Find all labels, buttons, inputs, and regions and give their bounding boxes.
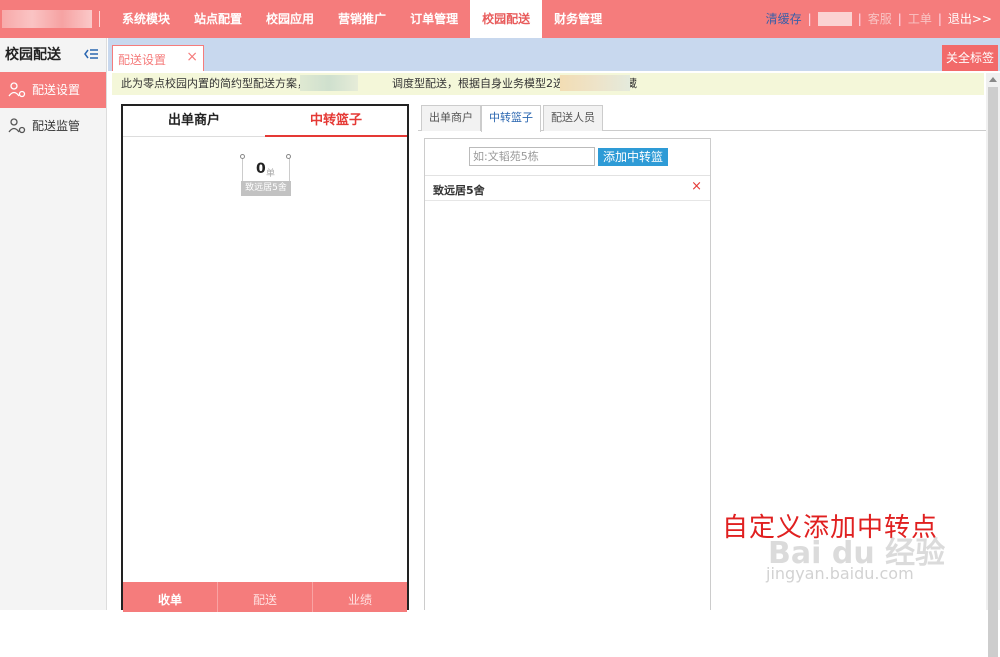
logout-link[interactable]: 退出>> <box>948 0 992 38</box>
collapse-menu-icon[interactable] <box>84 48 98 60</box>
sidebar-header: 校园配送 <box>0 38 106 72</box>
list-item: 致远居5舍 × <box>425 176 710 201</box>
sidebar-item-label: 配送监管 <box>32 119 81 133</box>
sidebar-item-delivery-settings[interactable]: 配送设置 <box>0 72 106 108</box>
nav-marketing[interactable]: 营销推广 <box>326 0 398 38</box>
ticket-link[interactable]: 工单 <box>908 0 932 38</box>
sidebar: 校园配送 配送设置 配送监管 <box>0 38 107 610</box>
tab-merchants[interactable]: 出单商户 <box>421 105 481 131</box>
basket-name: 致远居5舍 <box>241 181 291 196</box>
mobile-preview: 出单商户 中转篮子 0 单 致远居5舍 收单 配送 业绩 <box>121 104 409 612</box>
nav-site-config[interactable]: 站点配置 <box>182 0 254 38</box>
notice-banner: 此为零点校园内置的简约型配送方案，不同 调度型配送，根据自身业务模型2选1即可。请… <box>112 73 984 95</box>
transfer-basket-card[interactable]: 0 单 致远居5舍 <box>240 154 292 197</box>
preview-tabs: 出单商户 中转篮子 <box>123 106 407 137</box>
delivery-monitor-icon <box>8 118 26 134</box>
basket-list-name: 致远居5舍 <box>433 184 485 197</box>
separator: | <box>807 12 812 26</box>
page-tab-strip: 配送设置 × 关全标签 <box>108 38 1000 71</box>
clear-cache-link[interactable]: 清缓存 <box>766 0 802 38</box>
nav-campus-apps[interactable]: 校园应用 <box>254 0 326 38</box>
preview-tab-transfer-baskets[interactable]: 中转篮子 <box>265 106 407 137</box>
add-basket-form: 添加中转篮 <box>469 147 669 166</box>
transfer-basket-panel: 添加中转篮 致远居5舍 × <box>424 138 711 610</box>
nav-system-modules[interactable]: 系统模块 <box>110 0 182 38</box>
username-redacted <box>817 12 852 26</box>
site-logo[interactable] <box>2 10 92 28</box>
separator: | <box>897 12 902 26</box>
top-bar: 系统模块 站点配置 校园应用 营销推广 订单管理 校园配送 财务管理 清缓存 |… <box>0 0 1000 38</box>
redacted-region <box>560 75 630 91</box>
sidebar-item-label: 配送设置 <box>32 83 81 97</box>
sidebar-item-delivery-monitor[interactable]: 配送监管 <box>0 108 106 144</box>
preview-nav-receive[interactable]: 收单 <box>123 582 218 612</box>
customer-service-link[interactable]: 客服 <box>868 0 892 38</box>
basket-order-unit: 单 <box>266 169 276 179</box>
config-tabs: 出单商户 中转篮子 配送人员 <box>418 105 986 132</box>
preview-nav-deliver[interactable]: 配送 <box>218 582 313 612</box>
separator: | <box>937 12 942 26</box>
vertical-scrollbar[interactable] <box>986 73 1000 657</box>
tab-transfer-baskets[interactable]: 中转篮子 <box>481 105 541 132</box>
basket-name-input[interactable] <box>469 147 595 166</box>
preview-bottom-nav: 收单 配送 业绩 <box>123 582 407 612</box>
delivery-setting-icon <box>8 82 26 98</box>
tab-label: 配送设置 <box>118 53 167 67</box>
scrollbar-thumb[interactable] <box>988 87 998 657</box>
separator: | <box>857 12 862 26</box>
delete-icon[interactable]: × <box>691 179 702 194</box>
basket-hook-icon <box>240 154 245 159</box>
logo-divider <box>99 11 100 27</box>
nav-orders[interactable]: 订单管理 <box>398 0 470 38</box>
sidebar-title: 校园配送 <box>5 47 61 63</box>
preview-nav-performance[interactable]: 业绩 <box>313 582 407 612</box>
tab-delivery-settings[interactable]: 配送设置 × <box>112 45 204 71</box>
close-icon[interactable]: × <box>186 49 198 65</box>
nav-campus-delivery[interactable]: 校园配送 <box>470 0 543 38</box>
close-all-tabs-button[interactable]: 关全标签 <box>941 45 998 71</box>
watermark-url: jingyan.baidu.com <box>766 564 914 583</box>
redacted-region <box>300 75 358 91</box>
top-right-links: 清缓存 | | 客服 | 工单 | 退出>> <box>766 0 992 38</box>
basket-hook-icon <box>286 154 291 159</box>
nav-finance[interactable]: 财务管理 <box>542 0 614 38</box>
notice-text-start: 此为零点校园内置的简约型配送方案，不同 <box>121 77 330 90</box>
basket-order-count: 0 <box>256 161 266 177</box>
preview-tab-merchants[interactable]: 出单商户 <box>123 106 265 137</box>
add-transfer-basket-button[interactable]: 添加中转篮 <box>598 147 669 166</box>
tab-couriers[interactable]: 配送人员 <box>543 105 603 131</box>
main-nav: 系统模块 站点配置 校园应用 营销推广 订单管理 校园配送 财务管理 <box>110 0 614 38</box>
scroll-up-arrow-icon[interactable] <box>989 77 997 82</box>
